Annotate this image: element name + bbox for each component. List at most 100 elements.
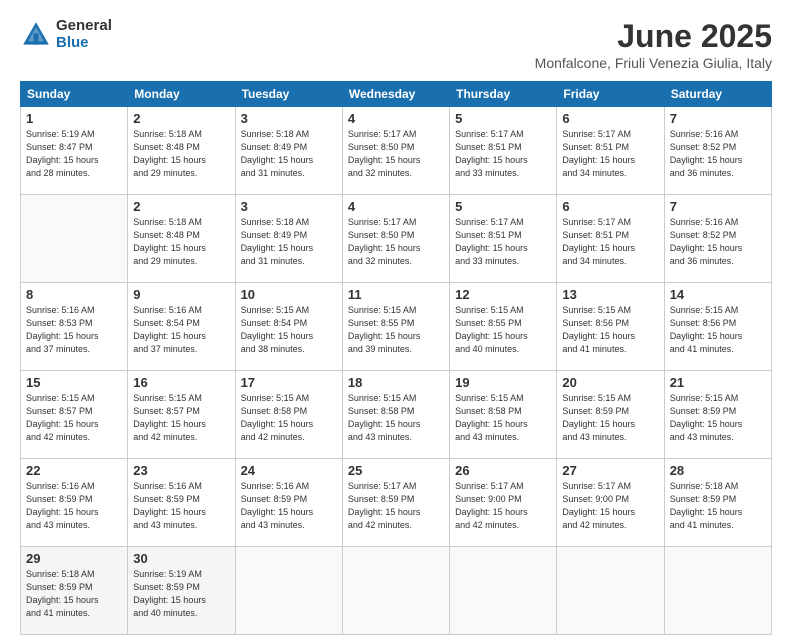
day-number: 6 [562, 111, 658, 126]
calendar-day-cell: 6 Sunrise: 5:17 AM Sunset: 8:51 PM Daylig… [557, 107, 664, 195]
calendar-day-cell: 27 Sunrise: 5:17 AM Sunset: 9:00 PM Dayli… [557, 459, 664, 547]
col-friday: Friday [557, 82, 664, 107]
day-info: Sunrise: 5:15 AM Sunset: 8:55 PM Dayligh… [455, 304, 551, 356]
day-number: 7 [670, 111, 766, 126]
day-number: 22 [26, 463, 122, 478]
day-number: 2 [133, 111, 229, 126]
calendar-day-cell [342, 547, 449, 635]
day-info: Sunrise: 5:15 AM Sunset: 8:58 PM Dayligh… [241, 392, 337, 444]
day-number: 13 [562, 287, 658, 302]
day-info: Sunrise: 5:16 AM Sunset: 8:52 PM Dayligh… [670, 128, 766, 180]
logo-text: General Blue [56, 18, 112, 51]
day-info: Sunrise: 5:17 AM Sunset: 8:51 PM Dayligh… [455, 128, 551, 180]
day-info: Sunrise: 5:15 AM Sunset: 8:58 PM Dayligh… [455, 392, 551, 444]
title-block: June 2025 Monfalcone, Friuli Venezia Giu… [535, 18, 772, 71]
calendar-day-cell: 30 Sunrise: 5:19 AM Sunset: 8:59 PM Dayli… [128, 547, 235, 635]
day-number: 29 [26, 551, 122, 566]
logo-blue-label: Blue [56, 35, 112, 52]
day-number: 19 [455, 375, 551, 390]
day-number: 18 [348, 375, 444, 390]
calendar-day-cell: 2 Sunrise: 5:18 AM Sunset: 8:48 PM Daylig… [128, 195, 235, 283]
day-number: 20 [562, 375, 658, 390]
day-number: 26 [455, 463, 551, 478]
day-number: 5 [455, 111, 551, 126]
day-info: Sunrise: 5:16 AM Sunset: 8:52 PM Dayligh… [670, 216, 766, 268]
calendar-day-cell [557, 547, 664, 635]
day-number: 10 [241, 287, 337, 302]
calendar-day-cell: 29 Sunrise: 5:18 AM Sunset: 8:59 PM Dayli… [21, 547, 128, 635]
day-info: Sunrise: 5:15 AM Sunset: 8:56 PM Dayligh… [670, 304, 766, 356]
calendar-day-cell [450, 547, 557, 635]
day-info: Sunrise: 5:18 AM Sunset: 8:48 PM Dayligh… [133, 216, 229, 268]
day-info: Sunrise: 5:16 AM Sunset: 8:59 PM Dayligh… [26, 480, 122, 532]
day-number: 12 [455, 287, 551, 302]
calendar-day-cell: 5 Sunrise: 5:17 AM Sunset: 8:51 PM Daylig… [450, 107, 557, 195]
calendar-day-cell: 28Sunrise: 5:18 AM Sunset: 8:59 PM Dayli… [664, 459, 771, 547]
calendar-day-cell: 13 Sunrise: 5:15 AM Sunset: 8:56 PM Dayli… [557, 283, 664, 371]
col-monday: Monday [128, 82, 235, 107]
day-info: Sunrise: 5:15 AM Sunset: 8:54 PM Dayligh… [241, 304, 337, 356]
day-info: Sunrise: 5:17 AM Sunset: 8:51 PM Dayligh… [562, 216, 658, 268]
day-info: Sunrise: 5:18 AM Sunset: 8:59 PM Dayligh… [670, 480, 766, 532]
day-info: Sunrise: 5:15 AM Sunset: 8:57 PM Dayligh… [26, 392, 122, 444]
day-number: 16 [133, 375, 229, 390]
logo-icon [20, 19, 52, 51]
day-number: 9 [133, 287, 229, 302]
day-info: Sunrise: 5:19 AM Sunset: 8:59 PM Dayligh… [133, 568, 229, 620]
day-number: 14 [670, 287, 766, 302]
day-info: Sunrise: 5:15 AM Sunset: 8:56 PM Dayligh… [562, 304, 658, 356]
calendar-day-cell: 3 Sunrise: 5:18 AM Sunset: 8:49 PM Daylig… [235, 195, 342, 283]
day-number: 7 [670, 199, 766, 214]
day-info: Sunrise: 5:19 AM Sunset: 8:47 PM Dayligh… [26, 128, 122, 180]
day-number: 30 [133, 551, 229, 566]
calendar-week-row: 1Sunrise: 5:19 AM Sunset: 8:47 PM Daylig… [21, 107, 772, 195]
calendar-day-cell: 7 Sunrise: 5:16 AM Sunset: 8:52 PM Daylig… [664, 107, 771, 195]
day-info: Sunrise: 5:17 AM Sunset: 8:51 PM Dayligh… [455, 216, 551, 268]
calendar-day-cell: 2Sunrise: 5:18 AM Sunset: 8:48 PM Daylig… [128, 107, 235, 195]
logo-general-label: General [56, 18, 112, 35]
day-number: 27 [562, 463, 658, 478]
day-info: Sunrise: 5:15 AM Sunset: 8:59 PM Dayligh… [562, 392, 658, 444]
day-number: 3 [241, 111, 337, 126]
calendar-day-cell: 19 Sunrise: 5:15 AM Sunset: 8:58 PM Dayli… [450, 371, 557, 459]
day-number: 3 [241, 199, 337, 214]
col-tuesday: Tuesday [235, 82, 342, 107]
calendar-day-cell: 1Sunrise: 5:19 AM Sunset: 8:47 PM Daylig… [21, 107, 128, 195]
day-info: Sunrise: 5:16 AM Sunset: 8:53 PM Dayligh… [26, 304, 122, 356]
calendar-day-cell: 26Sunrise: 5:17 AM Sunset: 9:00 PM Dayli… [450, 459, 557, 547]
calendar-day-cell: 11 Sunrise: 5:15 AM Sunset: 8:55 PM Dayli… [342, 283, 449, 371]
header-row: Sunday Monday Tuesday Wednesday Thursday… [21, 82, 772, 107]
day-info: Sunrise: 5:17 AM Sunset: 8:59 PM Dayligh… [348, 480, 444, 532]
day-info: Sunrise: 5:18 AM Sunset: 8:49 PM Dayligh… [241, 216, 337, 268]
calendar-day-cell: 20 Sunrise: 5:15 AM Sunset: 8:59 PM Dayli… [557, 371, 664, 459]
calendar-week-row: 2 Sunrise: 5:18 AM Sunset: 8:48 PM Daylig… [21, 195, 772, 283]
calendar-day-cell: 12 Sunrise: 5:15 AM Sunset: 8:55 PM Dayli… [450, 283, 557, 371]
day-info: Sunrise: 5:17 AM Sunset: 8:50 PM Dayligh… [348, 216, 444, 268]
page: General Blue June 2025 Monfalcone, Friul… [0, 0, 792, 612]
day-number: 2 [133, 199, 229, 214]
day-info: Sunrise: 5:17 AM Sunset: 9:00 PM Dayligh… [562, 480, 658, 532]
calendar-day-cell: 25Sunrise: 5:17 AM Sunset: 8:59 PM Dayli… [342, 459, 449, 547]
calendar-day-cell: 14 Sunrise: 5:15 AM Sunset: 8:56 PM Dayli… [664, 283, 771, 371]
calendar-day-cell: 5 Sunrise: 5:17 AM Sunset: 8:51 PM Daylig… [450, 195, 557, 283]
col-wednesday: Wednesday [342, 82, 449, 107]
day-info: Sunrise: 5:15 AM Sunset: 8:58 PM Dayligh… [348, 392, 444, 444]
calendar-day-cell: 15Sunrise: 5:15 AM Sunset: 8:57 PM Dayli… [21, 371, 128, 459]
day-info: Sunrise: 5:15 AM Sunset: 8:59 PM Dayligh… [670, 392, 766, 444]
calendar-day-cell: 7 Sunrise: 5:16 AM Sunset: 8:52 PM Daylig… [664, 195, 771, 283]
day-info: Sunrise: 5:15 AM Sunset: 8:55 PM Dayligh… [348, 304, 444, 356]
day-number: 11 [348, 287, 444, 302]
day-info: Sunrise: 5:18 AM Sunset: 8:59 PM Dayligh… [26, 568, 122, 620]
calendar-day-cell: 8Sunrise: 5:16 AM Sunset: 8:53 PM Daylig… [21, 283, 128, 371]
calendar-day-cell: 22 Sunrise: 5:16 AM Sunset: 8:59 PM Dayli… [21, 459, 128, 547]
col-sunday: Sunday [21, 82, 128, 107]
calendar-day-cell: 9Sunrise: 5:16 AM Sunset: 8:54 PM Daylig… [128, 283, 235, 371]
day-number: 17 [241, 375, 337, 390]
header: General Blue June 2025 Monfalcone, Friul… [20, 18, 772, 71]
day-info: Sunrise: 5:16 AM Sunset: 8:59 PM Dayligh… [133, 480, 229, 532]
day-info: Sunrise: 5:17 AM Sunset: 8:51 PM Dayligh… [562, 128, 658, 180]
calendar-day-cell: 6Sunrise: 5:17 AM Sunset: 8:51 PM Daylig… [557, 195, 664, 283]
col-thursday: Thursday [450, 82, 557, 107]
calendar-week-row: 8Sunrise: 5:16 AM Sunset: 8:53 PM Daylig… [21, 283, 772, 371]
day-number: 5 [455, 199, 551, 214]
